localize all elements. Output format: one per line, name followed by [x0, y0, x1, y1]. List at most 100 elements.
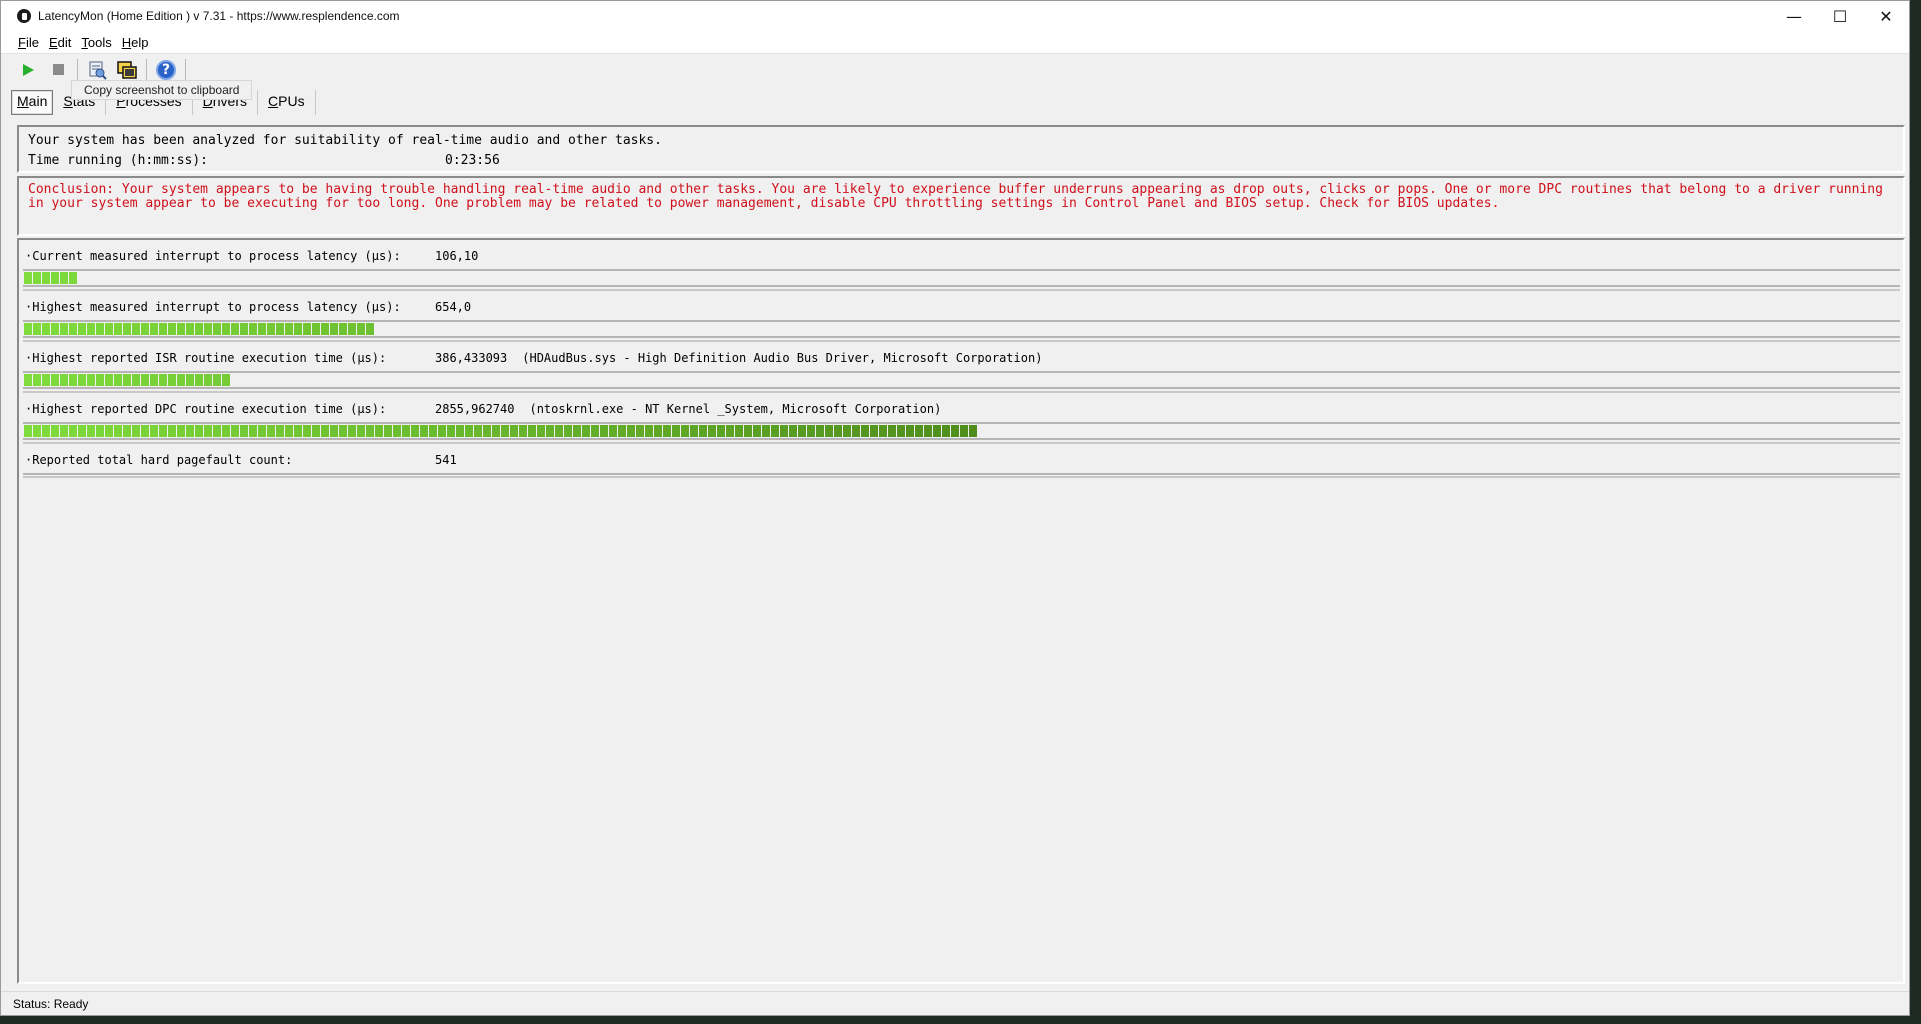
info-panel: Your system has been analyzed for suitab… — [17, 125, 1905, 173]
copy-screenshot-button[interactable] — [114, 58, 140, 82]
bar-segment — [141, 425, 149, 437]
start-button[interactable] — [15, 58, 41, 82]
report-button[interactable] — [84, 58, 110, 82]
bar-segment — [312, 425, 320, 437]
bar-segment — [834, 425, 842, 437]
help-button[interactable]: ? — [153, 58, 179, 82]
screenshot-icon — [117, 60, 137, 79]
metric-value: 386,433093 — [435, 351, 508, 365]
bar-segment — [726, 425, 734, 437]
bar-segment — [537, 425, 545, 437]
bar-segment — [321, 425, 329, 437]
tab-main[interactable]: Main — [11, 90, 54, 115]
bar-segment — [510, 425, 518, 437]
play-icon — [22, 63, 34, 76]
bar-segment — [699, 425, 707, 437]
menu-file[interactable]: File — [18, 35, 39, 50]
metric-value: 2855,962740 — [435, 402, 515, 416]
bar-segment — [240, 425, 248, 437]
bar-segment — [159, 425, 167, 437]
stop-button[interactable] — [45, 58, 71, 82]
close-button[interactable]: ✕ — [1863, 1, 1909, 31]
tab-cpus[interactable]: CPUs — [258, 90, 316, 115]
bar-segment — [105, 323, 113, 335]
bar-segment — [258, 323, 266, 335]
bar-segment — [384, 425, 392, 437]
bar-segment — [348, 425, 356, 437]
bar-segment — [24, 323, 32, 335]
bar-segment — [87, 374, 95, 386]
metric-detail: (HDAudBus.sys - High Definition Audio Bu… — [522, 351, 1043, 365]
window-controls: — ☐ ✕ — [1771, 1, 1909, 31]
bar-segment — [555, 425, 563, 437]
toolbar-separator — [185, 58, 186, 81]
metric-highest-latency: ·Highest measured interrupt to process l… — [23, 296, 1900, 347]
bar-segment — [204, 425, 212, 437]
tab-strip: Main Stats Processes Drivers CPUs — [1, 85, 1909, 115]
toolbar: ? Copy screenshot to clipboard — [1, 54, 1909, 100]
metric-label: ·Reported total hard pagefault count: — [25, 453, 293, 467]
bar-segment — [393, 425, 401, 437]
bar-segment — [132, 425, 140, 437]
bar-segment — [852, 425, 860, 437]
metric-label: ·Current measured interrupt to process l… — [25, 249, 401, 263]
bar-segment — [24, 374, 32, 386]
metric-pagefault: ·Reported total hard pagefault count: 54… — [23, 449, 1900, 487]
bar-segment — [294, 323, 302, 335]
bar-segment — [168, 425, 176, 437]
bar-segment — [798, 425, 806, 437]
bar-segment — [123, 374, 131, 386]
bar-segment — [33, 374, 41, 386]
bar-segment — [150, 323, 158, 335]
bar-segment — [483, 425, 491, 437]
bar-segment — [96, 323, 104, 335]
bar-segment — [375, 425, 383, 437]
app-icon — [17, 9, 31, 23]
bar-segment — [735, 425, 743, 437]
bar-segment — [303, 425, 311, 437]
bar-segment — [114, 374, 122, 386]
bar-segment — [51, 272, 59, 284]
bar-segment — [150, 425, 158, 437]
bar-segment — [141, 323, 149, 335]
bar-segment — [159, 323, 167, 335]
bar-segment — [60, 425, 68, 437]
bar-segment — [942, 425, 950, 437]
bar-segment — [654, 425, 662, 437]
bar-segment — [105, 374, 113, 386]
bar-segment — [924, 425, 932, 437]
latency-bar — [23, 269, 1900, 291]
bar-segment — [42, 272, 50, 284]
metric-value: 106,10 — [435, 249, 479, 263]
bar-segment — [969, 425, 977, 437]
latency-bar — [23, 371, 1900, 393]
bar-segment — [51, 323, 59, 335]
bar-segment — [303, 323, 311, 335]
bar-segment — [645, 425, 653, 437]
bar-segment — [195, 425, 203, 437]
bar-segment — [366, 425, 374, 437]
toolbar-separator — [77, 58, 78, 81]
bar-segment — [411, 425, 419, 437]
menu-help[interactable]: Help — [122, 35, 149, 50]
maximize-button[interactable]: ☐ — [1817, 1, 1863, 31]
bar-segment — [267, 425, 275, 437]
bar-segment — [42, 323, 50, 335]
bar-segment — [123, 323, 131, 335]
menu-tools[interactable]: Tools — [81, 35, 111, 50]
bar-segment — [231, 323, 239, 335]
bar-segment — [960, 425, 968, 437]
latency-bar-fill — [24, 374, 231, 386]
menu-edit[interactable]: Edit — [49, 35, 71, 50]
desktop-background-right — [1910, 0, 1921, 1024]
title-bar[interactable]: LatencyMon (Home Edition ) v 7.31 - http… — [1, 1, 1909, 31]
bar-segment — [204, 323, 212, 335]
minimize-button[interactable]: — — [1771, 1, 1817, 31]
bar-segment — [321, 323, 329, 335]
bar-segment — [285, 323, 293, 335]
bar-segment — [690, 425, 698, 437]
bar-segment — [501, 425, 509, 437]
metric-detail: (ntoskrnl.exe - NT Kernel _System, Micro… — [529, 402, 942, 416]
bar-segment — [24, 272, 32, 284]
metrics-panel: ·Current measured interrupt to process l… — [17, 238, 1905, 984]
